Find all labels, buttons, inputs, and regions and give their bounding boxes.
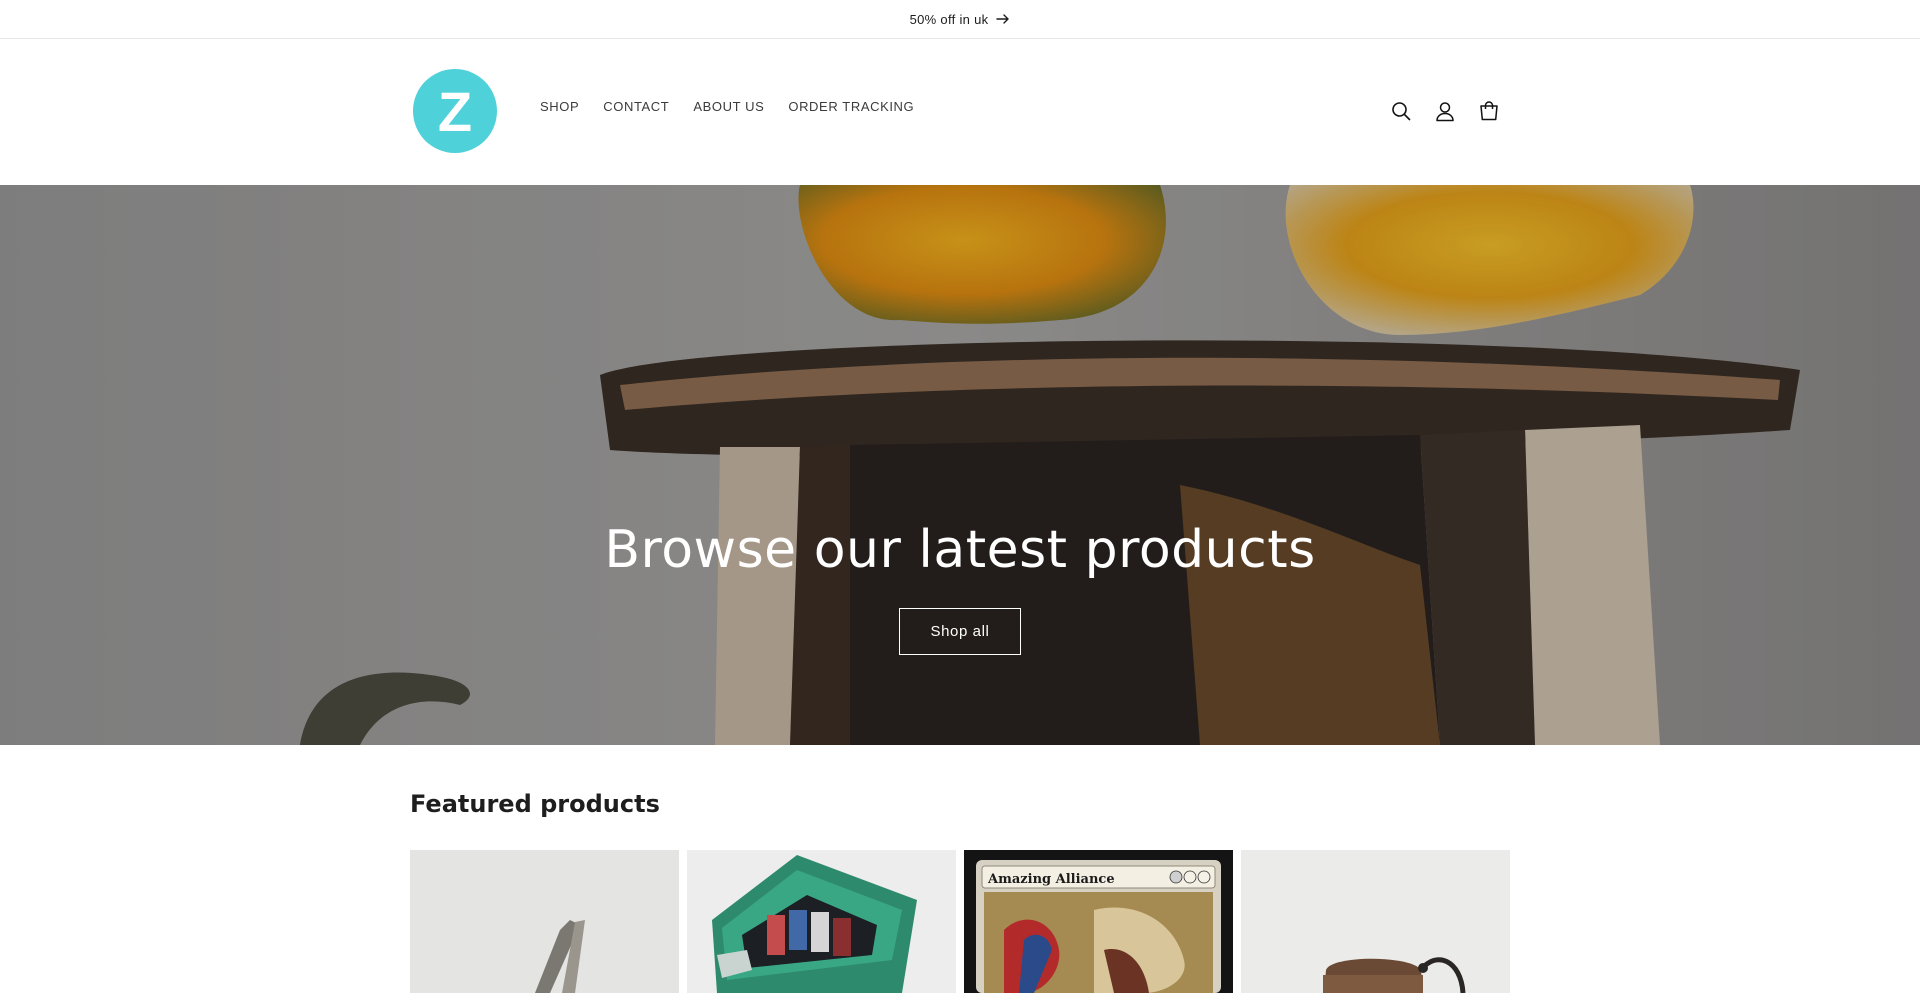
amazing-alliance-card-image: Amazing Alliance <box>964 850 1233 993</box>
store-logo[interactable]: Z <box>413 69 497 153</box>
hero-title: Browse our latest products <box>604 520 1316 580</box>
nav-link-shop[interactable]: SHOP <box>540 99 579 114</box>
header-icons <box>1390 100 1500 122</box>
product-card-4[interactable] <box>1241 850 1510 993</box>
account-icon[interactable] <box>1434 100 1456 122</box>
site-header: Z SHOP CONTACT ABOUT US ORDER TRACKING <box>0 39 1920 185</box>
cart-icon[interactable] <box>1478 100 1500 122</box>
featured-products-title: Featured products <box>410 790 660 818</box>
announcement-bar[interactable]: 50% off in uk <box>0 0 1920 39</box>
nav-link-about-us[interactable]: ABOUT US <box>693 99 764 114</box>
product-card-2[interactable] <box>687 850 956 993</box>
product-card-3[interactable]: Amazing Alliance <box>964 850 1233 993</box>
metal-tool-image <box>410 850 679 993</box>
card-name: Amazing Alliance <box>987 872 1115 887</box>
logo-letter: Z <box>437 79 473 143</box>
product-card-1[interactable] <box>410 850 679 993</box>
main-nav: SHOP CONTACT ABOUT US ORDER TRACKING <box>540 99 938 114</box>
shop-all-button[interactable]: Shop all <box>899 608 1021 655</box>
hero-banner: Browse our latest products Shop all <box>0 185 1920 745</box>
nav-link-order-tracking[interactable]: ORDER TRACKING <box>788 99 914 114</box>
announcement-text: 50% off in uk <box>909 11 989 27</box>
copper-kettle-image <box>1241 850 1510 993</box>
arrow-right-icon <box>996 13 1010 25</box>
search-icon[interactable] <box>1390 100 1412 122</box>
nav-link-contact[interactable]: CONTACT <box>603 99 669 114</box>
trading-card-box-image <box>687 850 956 993</box>
hero-overlay <box>0 185 1920 745</box>
